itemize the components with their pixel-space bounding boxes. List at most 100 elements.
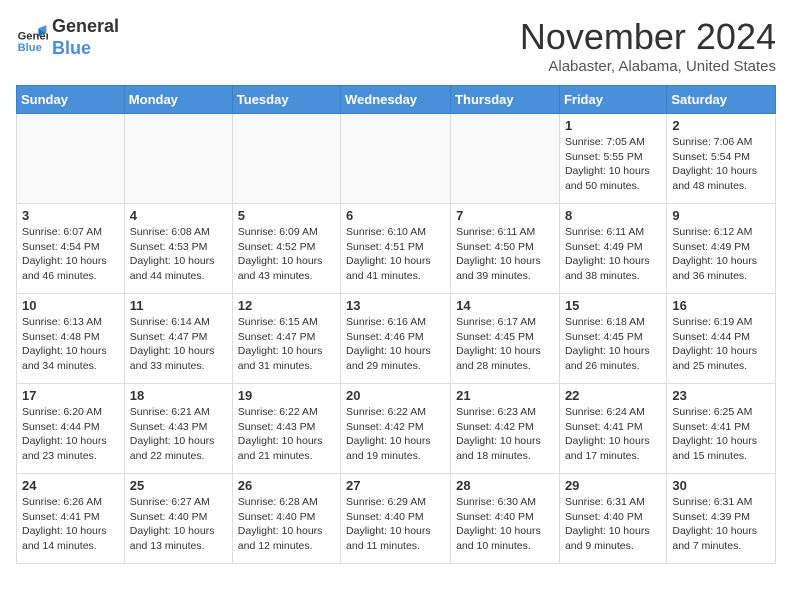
- calendar-cell: 14 Sunrise: 6:17 AM Sunset: 4:45 PM Dayli…: [451, 294, 560, 384]
- day-info: Sunrise: 6:11 AM Sunset: 4:50 PM Dayligh…: [456, 225, 554, 284]
- calendar-cell: 29Sunrise: 6:31 AM Sunset: 4:40 PM Dayli…: [559, 474, 666, 564]
- weekday-header-wednesday: Wednesday: [341, 86, 451, 114]
- calendar-cell: 22Sunrise: 6:24 AM Sunset: 4:41 PM Dayli…: [559, 384, 666, 474]
- logo-line2: Blue: [52, 38, 119, 60]
- calendar-cell: 9 Sunrise: 6:12 AM Sunset: 4:49 PM Daylig…: [667, 204, 776, 294]
- day-info: Sunrise: 6:29 AM Sunset: 4:40 PM Dayligh…: [346, 495, 445, 554]
- calendar-cell: 6 Sunrise: 6:10 AM Sunset: 4:51 PM Daylig…: [341, 204, 451, 294]
- day-number: 7: [456, 208, 554, 223]
- day-number: 29: [565, 478, 661, 493]
- day-info: Sunrise: 6:09 AM Sunset: 4:52 PM Dayligh…: [238, 225, 335, 284]
- day-info: Sunrise: 6:08 AM Sunset: 4:53 PM Dayligh…: [130, 225, 227, 284]
- day-number: 10: [22, 298, 119, 313]
- day-number: 3: [22, 208, 119, 223]
- svg-text:Blue: Blue: [18, 41, 42, 53]
- weekday-header-thursday: Thursday: [451, 86, 560, 114]
- month-title: November 2024: [520, 16, 776, 58]
- day-number: 23: [672, 388, 770, 403]
- day-info: Sunrise: 6:12 AM Sunset: 4:49 PM Dayligh…: [672, 225, 770, 284]
- calendar-cell: 3 Sunrise: 6:07 AM Sunset: 4:54 PM Daylig…: [17, 204, 125, 294]
- week-row-5: 24Sunrise: 6:26 AM Sunset: 4:41 PM Dayli…: [17, 474, 776, 564]
- day-info: Sunrise: 6:18 AM Sunset: 4:45 PM Dayligh…: [565, 315, 661, 374]
- calendar-cell: 13 Sunrise: 6:16 AM Sunset: 4:46 PM Dayli…: [341, 294, 451, 384]
- calendar-cell: 8 Sunrise: 6:11 AM Sunset: 4:49 PM Daylig…: [559, 204, 666, 294]
- calendar-cell: 4 Sunrise: 6:08 AM Sunset: 4:53 PM Daylig…: [124, 204, 232, 294]
- calendar-cell: 28 Sunrise: 6:30 AM Sunset: 4:40 PM Dayli…: [451, 474, 560, 564]
- calendar-cell: 21 Sunrise: 6:23 AM Sunset: 4:42 PM Dayli…: [451, 384, 560, 474]
- logo-wordmark: General Blue: [52, 16, 119, 59]
- calendar-cell: 17 Sunrise: 6:20 AM Sunset: 4:44 PM Dayli…: [17, 384, 125, 474]
- weekday-header-sunday: Sunday: [17, 86, 125, 114]
- day-number: 18: [130, 388, 227, 403]
- day-number: 5: [238, 208, 335, 223]
- day-info: Sunrise: 6:30 AM Sunset: 4:40 PM Dayligh…: [456, 495, 554, 554]
- day-info: Sunrise: 6:15 AM Sunset: 4:47 PM Dayligh…: [238, 315, 335, 374]
- weekday-header-row: SundayMondayTuesdayWednesdayThursdayFrid…: [17, 86, 776, 114]
- day-info: Sunrise: 6:28 AM Sunset: 4:40 PM Dayligh…: [238, 495, 335, 554]
- calendar-cell: 1Sunrise: 7:05 AM Sunset: 5:55 PM Daylig…: [559, 114, 666, 204]
- day-number: 16: [672, 298, 770, 313]
- calendar-cell: [124, 114, 232, 204]
- page-header: General Blue General Blue November 2024 …: [16, 16, 776, 75]
- calendar-cell: [232, 114, 340, 204]
- day-number: 25: [130, 478, 227, 493]
- day-info: Sunrise: 6:14 AM Sunset: 4:47 PM Dayligh…: [130, 315, 227, 374]
- day-info: Sunrise: 7:06 AM Sunset: 5:54 PM Dayligh…: [672, 135, 770, 194]
- week-row-3: 10 Sunrise: 6:13 AM Sunset: 4:48 PM Dayli…: [17, 294, 776, 384]
- week-row-1: 1Sunrise: 7:05 AM Sunset: 5:55 PM Daylig…: [17, 114, 776, 204]
- calendar-cell: 26 Sunrise: 6:28 AM Sunset: 4:40 PM Dayli…: [232, 474, 340, 564]
- calendar-cell: 12 Sunrise: 6:15 AM Sunset: 4:47 PM Dayli…: [232, 294, 340, 384]
- day-info: Sunrise: 6:10 AM Sunset: 4:51 PM Dayligh…: [346, 225, 445, 284]
- day-number: 26: [238, 478, 335, 493]
- day-info: Sunrise: 6:07 AM Sunset: 4:54 PM Dayligh…: [22, 225, 119, 284]
- weekday-header-monday: Monday: [124, 86, 232, 114]
- location-subtitle: Alabaster, Alabama, United States: [520, 58, 776, 75]
- day-number: 6: [346, 208, 445, 223]
- day-info: Sunrise: 6:23 AM Sunset: 4:42 PM Dayligh…: [456, 405, 554, 464]
- day-info: Sunrise: 6:21 AM Sunset: 4:43 PM Dayligh…: [130, 405, 227, 464]
- day-info: Sunrise: 6:13 AM Sunset: 4:48 PM Dayligh…: [22, 315, 119, 374]
- day-number: 27: [346, 478, 445, 493]
- day-number: 8: [565, 208, 661, 223]
- calendar-cell: 18 Sunrise: 6:21 AM Sunset: 4:43 PM Dayli…: [124, 384, 232, 474]
- calendar-cell: 24Sunrise: 6:26 AM Sunset: 4:41 PM Dayli…: [17, 474, 125, 564]
- day-info: Sunrise: 6:17 AM Sunset: 4:45 PM Dayligh…: [456, 315, 554, 374]
- day-number: 21: [456, 388, 554, 403]
- calendar-cell: 20Sunrise: 6:22 AM Sunset: 4:42 PM Dayli…: [341, 384, 451, 474]
- day-info: Sunrise: 6:25 AM Sunset: 4:41 PM Dayligh…: [672, 405, 770, 464]
- day-info: Sunrise: 6:27 AM Sunset: 4:40 PM Dayligh…: [130, 495, 227, 554]
- day-info: Sunrise: 6:19 AM Sunset: 4:44 PM Dayligh…: [672, 315, 770, 374]
- day-number: 12: [238, 298, 335, 313]
- calendar-cell: 11Sunrise: 6:14 AM Sunset: 4:47 PM Dayli…: [124, 294, 232, 384]
- day-number: 4: [130, 208, 227, 223]
- calendar-cell: 16 Sunrise: 6:19 AM Sunset: 4:44 PM Dayli…: [667, 294, 776, 384]
- day-info: Sunrise: 6:11 AM Sunset: 4:49 PM Dayligh…: [565, 225, 661, 284]
- calendar-cell: 23 Sunrise: 6:25 AM Sunset: 4:41 PM Dayli…: [667, 384, 776, 474]
- day-number: 13: [346, 298, 445, 313]
- logo: General Blue General Blue: [16, 16, 119, 59]
- day-number: 19: [238, 388, 335, 403]
- day-number: 9: [672, 208, 770, 223]
- day-info: Sunrise: 6:16 AM Sunset: 4:46 PM Dayligh…: [346, 315, 445, 374]
- calendar-cell: [341, 114, 451, 204]
- calendar-table: SundayMondayTuesdayWednesdayThursdayFrid…: [16, 85, 776, 564]
- calendar-cell: 2Sunrise: 7:06 AM Sunset: 5:54 PM Daylig…: [667, 114, 776, 204]
- day-number: 17: [22, 388, 119, 403]
- day-number: 15: [565, 298, 661, 313]
- calendar-cell: [17, 114, 125, 204]
- day-number: 28: [456, 478, 554, 493]
- day-number: 14: [456, 298, 554, 313]
- calendar-cell: 7 Sunrise: 6:11 AM Sunset: 4:50 PM Daylig…: [451, 204, 560, 294]
- day-info: Sunrise: 6:26 AM Sunset: 4:41 PM Dayligh…: [22, 495, 119, 554]
- calendar-cell: 27 Sunrise: 6:29 AM Sunset: 4:40 PM Dayli…: [341, 474, 451, 564]
- calendar-cell: 30Sunrise: 6:31 AM Sunset: 4:39 PM Dayli…: [667, 474, 776, 564]
- calendar-cell: 10 Sunrise: 6:13 AM Sunset: 4:48 PM Dayli…: [17, 294, 125, 384]
- calendar-cell: 5 Sunrise: 6:09 AM Sunset: 4:52 PM Daylig…: [232, 204, 340, 294]
- title-section: November 2024 Alabaster, Alabama, United…: [520, 16, 776, 75]
- weekday-header-tuesday: Tuesday: [232, 86, 340, 114]
- day-info: Sunrise: 6:20 AM Sunset: 4:44 PM Dayligh…: [22, 405, 119, 464]
- calendar-cell: [451, 114, 560, 204]
- logo-line1: General: [52, 16, 119, 38]
- weekday-header-friday: Friday: [559, 86, 666, 114]
- calendar-cell: 25 Sunrise: 6:27 AM Sunset: 4:40 PM Dayli…: [124, 474, 232, 564]
